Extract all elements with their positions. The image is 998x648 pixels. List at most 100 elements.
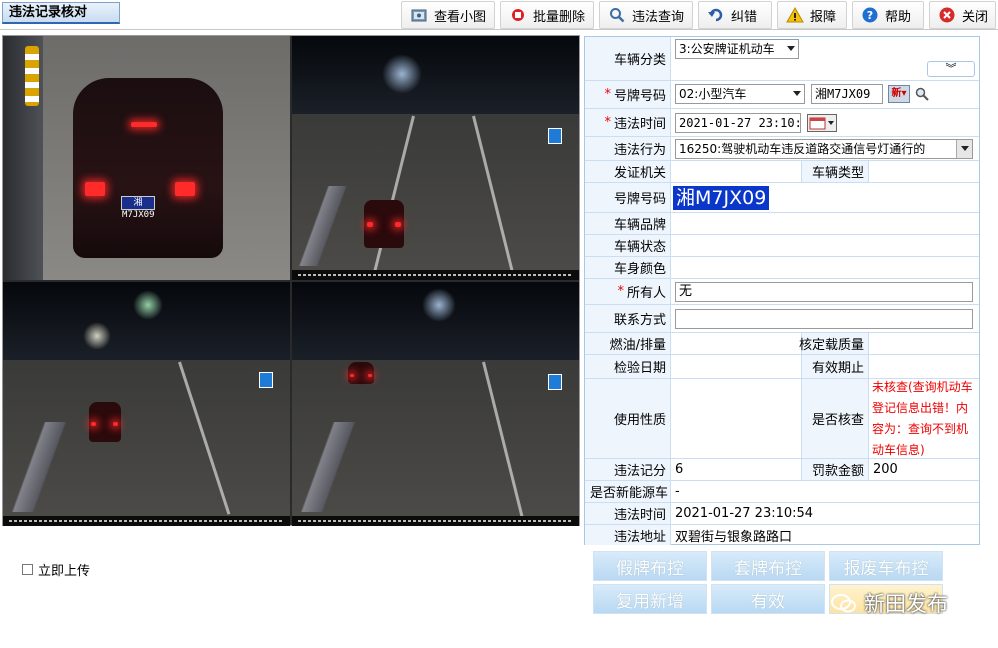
plate-lookup-icon: 新▾ bbox=[891, 88, 907, 99]
delete-icon bbox=[509, 6, 527, 24]
guardrail bbox=[292, 422, 362, 512]
upload-now-label: 立即上传 bbox=[38, 564, 91, 579]
upload-now-checkbox[interactable] bbox=[22, 564, 33, 575]
batch-delete-label: 批量删除 bbox=[533, 9, 586, 25]
verified-value: 未核查(查询机动车登记信息出错！内容为：查询不到机动车信息) bbox=[872, 379, 973, 457]
watermark-text: 新田发布 bbox=[864, 592, 948, 616]
valid-until-value bbox=[869, 355, 979, 378]
vehicle bbox=[73, 78, 223, 258]
fuel-label: 燃油/排量 bbox=[585, 333, 671, 354]
fake-plate-control-button[interactable]: 假牌布控 bbox=[593, 551, 707, 581]
chevron-down-icon bbox=[793, 91, 801, 96]
tail-light bbox=[91, 422, 96, 426]
tail-light-right bbox=[175, 182, 195, 196]
row-violation-act: 违法行为 16250:驾驶机动车违反道路交通信号灯通行的 bbox=[585, 137, 979, 161]
owner-input[interactable]: 无 bbox=[675, 282, 973, 302]
row-new-energy: 是否新能源车 - bbox=[585, 481, 979, 503]
correct-label: 纠错 bbox=[731, 9, 758, 25]
calendar-picker-button[interactable] bbox=[807, 114, 837, 132]
double-chevron-down-icon: ︾ bbox=[945, 62, 957, 75]
violation-time-value: 2021-01-27 23:10:54 bbox=[675, 506, 814, 521]
required-mark: * bbox=[604, 87, 611, 102]
evidence-photo-2[interactable] bbox=[292, 36, 579, 280]
vehicle-category-label: 车辆分类 bbox=[585, 37, 671, 80]
fine-value: 200 bbox=[873, 462, 898, 477]
watermark: 新田发布 bbox=[830, 588, 948, 618]
photo-info-strip bbox=[292, 270, 579, 280]
row-violation-time-input: *违法时间 2021-01-27 23:10:54 bbox=[585, 109, 979, 137]
image-icon bbox=[410, 6, 428, 24]
view-thumbnails-button[interactable]: 查看小图 bbox=[401, 1, 495, 29]
traffic-sign bbox=[548, 128, 562, 144]
verified-cell: 未核查(查询机动车登记信息出错！内容为：查询不到机动车信息) bbox=[869, 379, 977, 458]
inspection-date-label: 检验日期 bbox=[585, 355, 671, 378]
contact-label: 联系方式 bbox=[585, 305, 671, 332]
violation-act-select[interactable]: 16250:驾驶机动车违反道路交通信号灯通行的 bbox=[675, 139, 973, 159]
expand-button[interactable]: ︾ bbox=[927, 61, 975, 77]
correct-button[interactable]: 纠错 bbox=[698, 1, 772, 29]
upload-now-checkbox-group[interactable]: 立即上传 bbox=[22, 560, 90, 579]
evidence-photo-4[interactable] bbox=[292, 282, 579, 526]
tail-light bbox=[368, 374, 372, 377]
guardrail bbox=[292, 186, 352, 266]
plate-lookup-button[interactable]: 新▾ bbox=[888, 85, 910, 103]
evidence-photo-3[interactable] bbox=[3, 282, 290, 526]
plate-type-value: 02:小型汽车 bbox=[679, 87, 747, 101]
vehicle-brand-value bbox=[671, 213, 971, 234]
plate-number-value: 湘M7JX09 bbox=[673, 185, 770, 210]
violation-time-label-text: 违法时间 bbox=[613, 117, 666, 132]
new-energy-value: - bbox=[675, 484, 680, 499]
evidence-photo-panel[interactable]: 湘M7JX09 bbox=[2, 35, 580, 526]
search-icon[interactable] bbox=[914, 86, 930, 106]
tail-light bbox=[395, 222, 401, 227]
scrapped-vehicle-control-button[interactable]: 报废车布控 bbox=[829, 551, 943, 581]
report-error-button[interactable]: 报障 bbox=[777, 1, 847, 29]
vehicle-brand-label: 车辆品牌 bbox=[585, 213, 671, 234]
plate-number-input[interactable]: 湘M7JX09 bbox=[811, 84, 883, 104]
chevron-down-icon bbox=[787, 46, 795, 51]
street-light bbox=[422, 288, 456, 322]
row-points: 违法记分 6 罚款金额 200 bbox=[585, 459, 979, 481]
brake-light bbox=[131, 122, 157, 127]
violation-address-value: 双碧街与银象路路口 bbox=[675, 529, 793, 545]
plate-number-cell: 湘M7JX09 bbox=[671, 183, 971, 212]
view-thumbnails-label: 查看小图 bbox=[434, 9, 487, 25]
close-button[interactable]: 关闭 bbox=[929, 1, 996, 29]
violation-query-button[interactable]: 违法查询 bbox=[599, 1, 693, 29]
issuing-authority-label: 发证机关 bbox=[585, 161, 671, 182]
body-color-label: 车身颜色 bbox=[585, 257, 671, 278]
dropdown-button[interactable] bbox=[956, 140, 972, 158]
new-energy-label: 是否新能源车 bbox=[585, 481, 671, 502]
headlight-glow bbox=[83, 322, 111, 350]
row-vehicle-brand: 车辆品牌 bbox=[585, 213, 979, 235]
cloned-plate-control-button[interactable]: 套牌布控 bbox=[711, 551, 825, 581]
vehicle bbox=[348, 362, 374, 384]
window-title-tab[interactable]: 违法记录核对 bbox=[2, 2, 120, 24]
tail-light-left bbox=[85, 182, 105, 196]
violation-act-value: 16250:驾驶机动车违反道路交通信号灯通行的 bbox=[679, 142, 926, 156]
required-mark: * bbox=[617, 284, 624, 299]
fine-label: 罚款金额 bbox=[801, 459, 869, 480]
license-plate: 湘M7JX09 bbox=[121, 196, 155, 220]
vehicle-category-value: 3:公安牌证机动车 bbox=[679, 42, 775, 56]
verified-label: 是否核查 bbox=[801, 379, 869, 458]
contact-input[interactable] bbox=[675, 309, 973, 329]
reuse-new-button[interactable]: 复用新增 bbox=[593, 584, 707, 614]
valid-button[interactable]: 有效 bbox=[711, 584, 825, 614]
help-button[interactable]: ? 帮助 bbox=[852, 1, 924, 29]
violation-query-label: 违法查询 bbox=[632, 9, 685, 25]
usage-nature-value bbox=[671, 379, 801, 458]
barrier-post bbox=[25, 46, 39, 106]
row-inspection-date: 检验日期 有效期止 bbox=[585, 355, 979, 379]
tail-light bbox=[367, 222, 373, 227]
evidence-photo-closeup[interactable]: 湘M7JX09 bbox=[3, 36, 290, 280]
violation-address-label: 违法地址 bbox=[585, 525, 671, 545]
vehicle-category-select[interactable]: 3:公安牌证机动车 bbox=[675, 39, 799, 59]
plate-type-select[interactable]: 02:小型汽车 bbox=[675, 84, 805, 104]
batch-delete-button[interactable]: 批量删除 bbox=[500, 1, 594, 29]
violation-time-input[interactable]: 2021-01-27 23:10:54 bbox=[675, 113, 801, 133]
guardrail bbox=[3, 422, 73, 512]
traffic-sign bbox=[548, 374, 562, 390]
owner-label-text: 所有人 bbox=[626, 286, 666, 301]
tail-light bbox=[113, 422, 118, 426]
